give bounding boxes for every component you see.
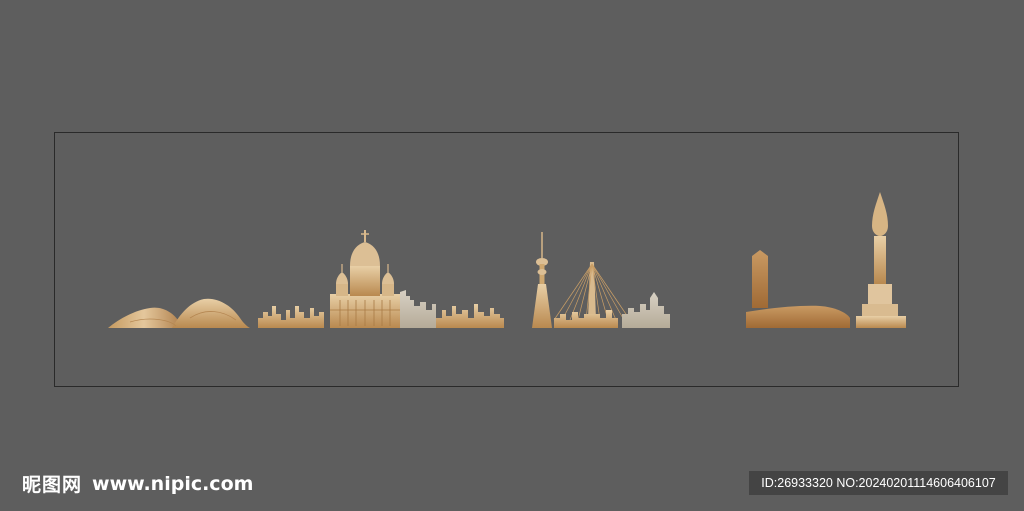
- monument-landmark: [856, 192, 906, 328]
- cathedral-left-tower: [336, 284, 348, 296]
- building-cluster: [258, 306, 324, 328]
- city-block-gray: [400, 290, 436, 328]
- city-skyline-illustration: [108, 192, 906, 328]
- grand-theatre-landmark: [108, 298, 250, 328]
- tower-pod-lower: [537, 269, 547, 275]
- building-cluster: [622, 292, 670, 328]
- obelisk-shaft: [752, 250, 768, 308]
- cathedral-right-tower: [382, 284, 394, 296]
- cathedral-main-dome: [350, 242, 380, 266]
- cathedral-landmark: [330, 230, 400, 328]
- building-cluster: [436, 304, 504, 328]
- bridge-landmark: [553, 262, 631, 328]
- city-block-right: [622, 292, 670, 328]
- obelisk-landmark: [746, 250, 850, 328]
- monument-pedestal-lower: [862, 304, 898, 316]
- city-block-middle: [436, 304, 504, 328]
- building-cluster: [400, 290, 436, 328]
- cathedral-left-dome: [336, 272, 348, 284]
- tower-legs: [532, 284, 552, 328]
- cathedral-center-body: [350, 266, 380, 296]
- memorial-wall: [746, 305, 850, 328]
- theatre-dune-left: [108, 307, 180, 328]
- cathedral-right-dome: [382, 272, 394, 284]
- monument-flame: [872, 192, 888, 236]
- site-watermark: 昵图网 www.nipic.com: [22, 470, 253, 497]
- theatre-dune-right: [172, 298, 250, 328]
- city-block-left: [258, 306, 324, 328]
- monument-base: [856, 316, 906, 328]
- image-id-bar: ID:26933320 NO:20240201114606406107: [749, 471, 1008, 495]
- bridge-deck-buildings: [554, 310, 618, 328]
- monument-pedestal-upper: [868, 284, 892, 304]
- watermark-brand: 昵图网: [22, 474, 83, 496]
- monument-column: [874, 236, 886, 284]
- watermark-url: www.nipic.com: [92, 472, 254, 495]
- tv-tower-landmark: [532, 232, 552, 328]
